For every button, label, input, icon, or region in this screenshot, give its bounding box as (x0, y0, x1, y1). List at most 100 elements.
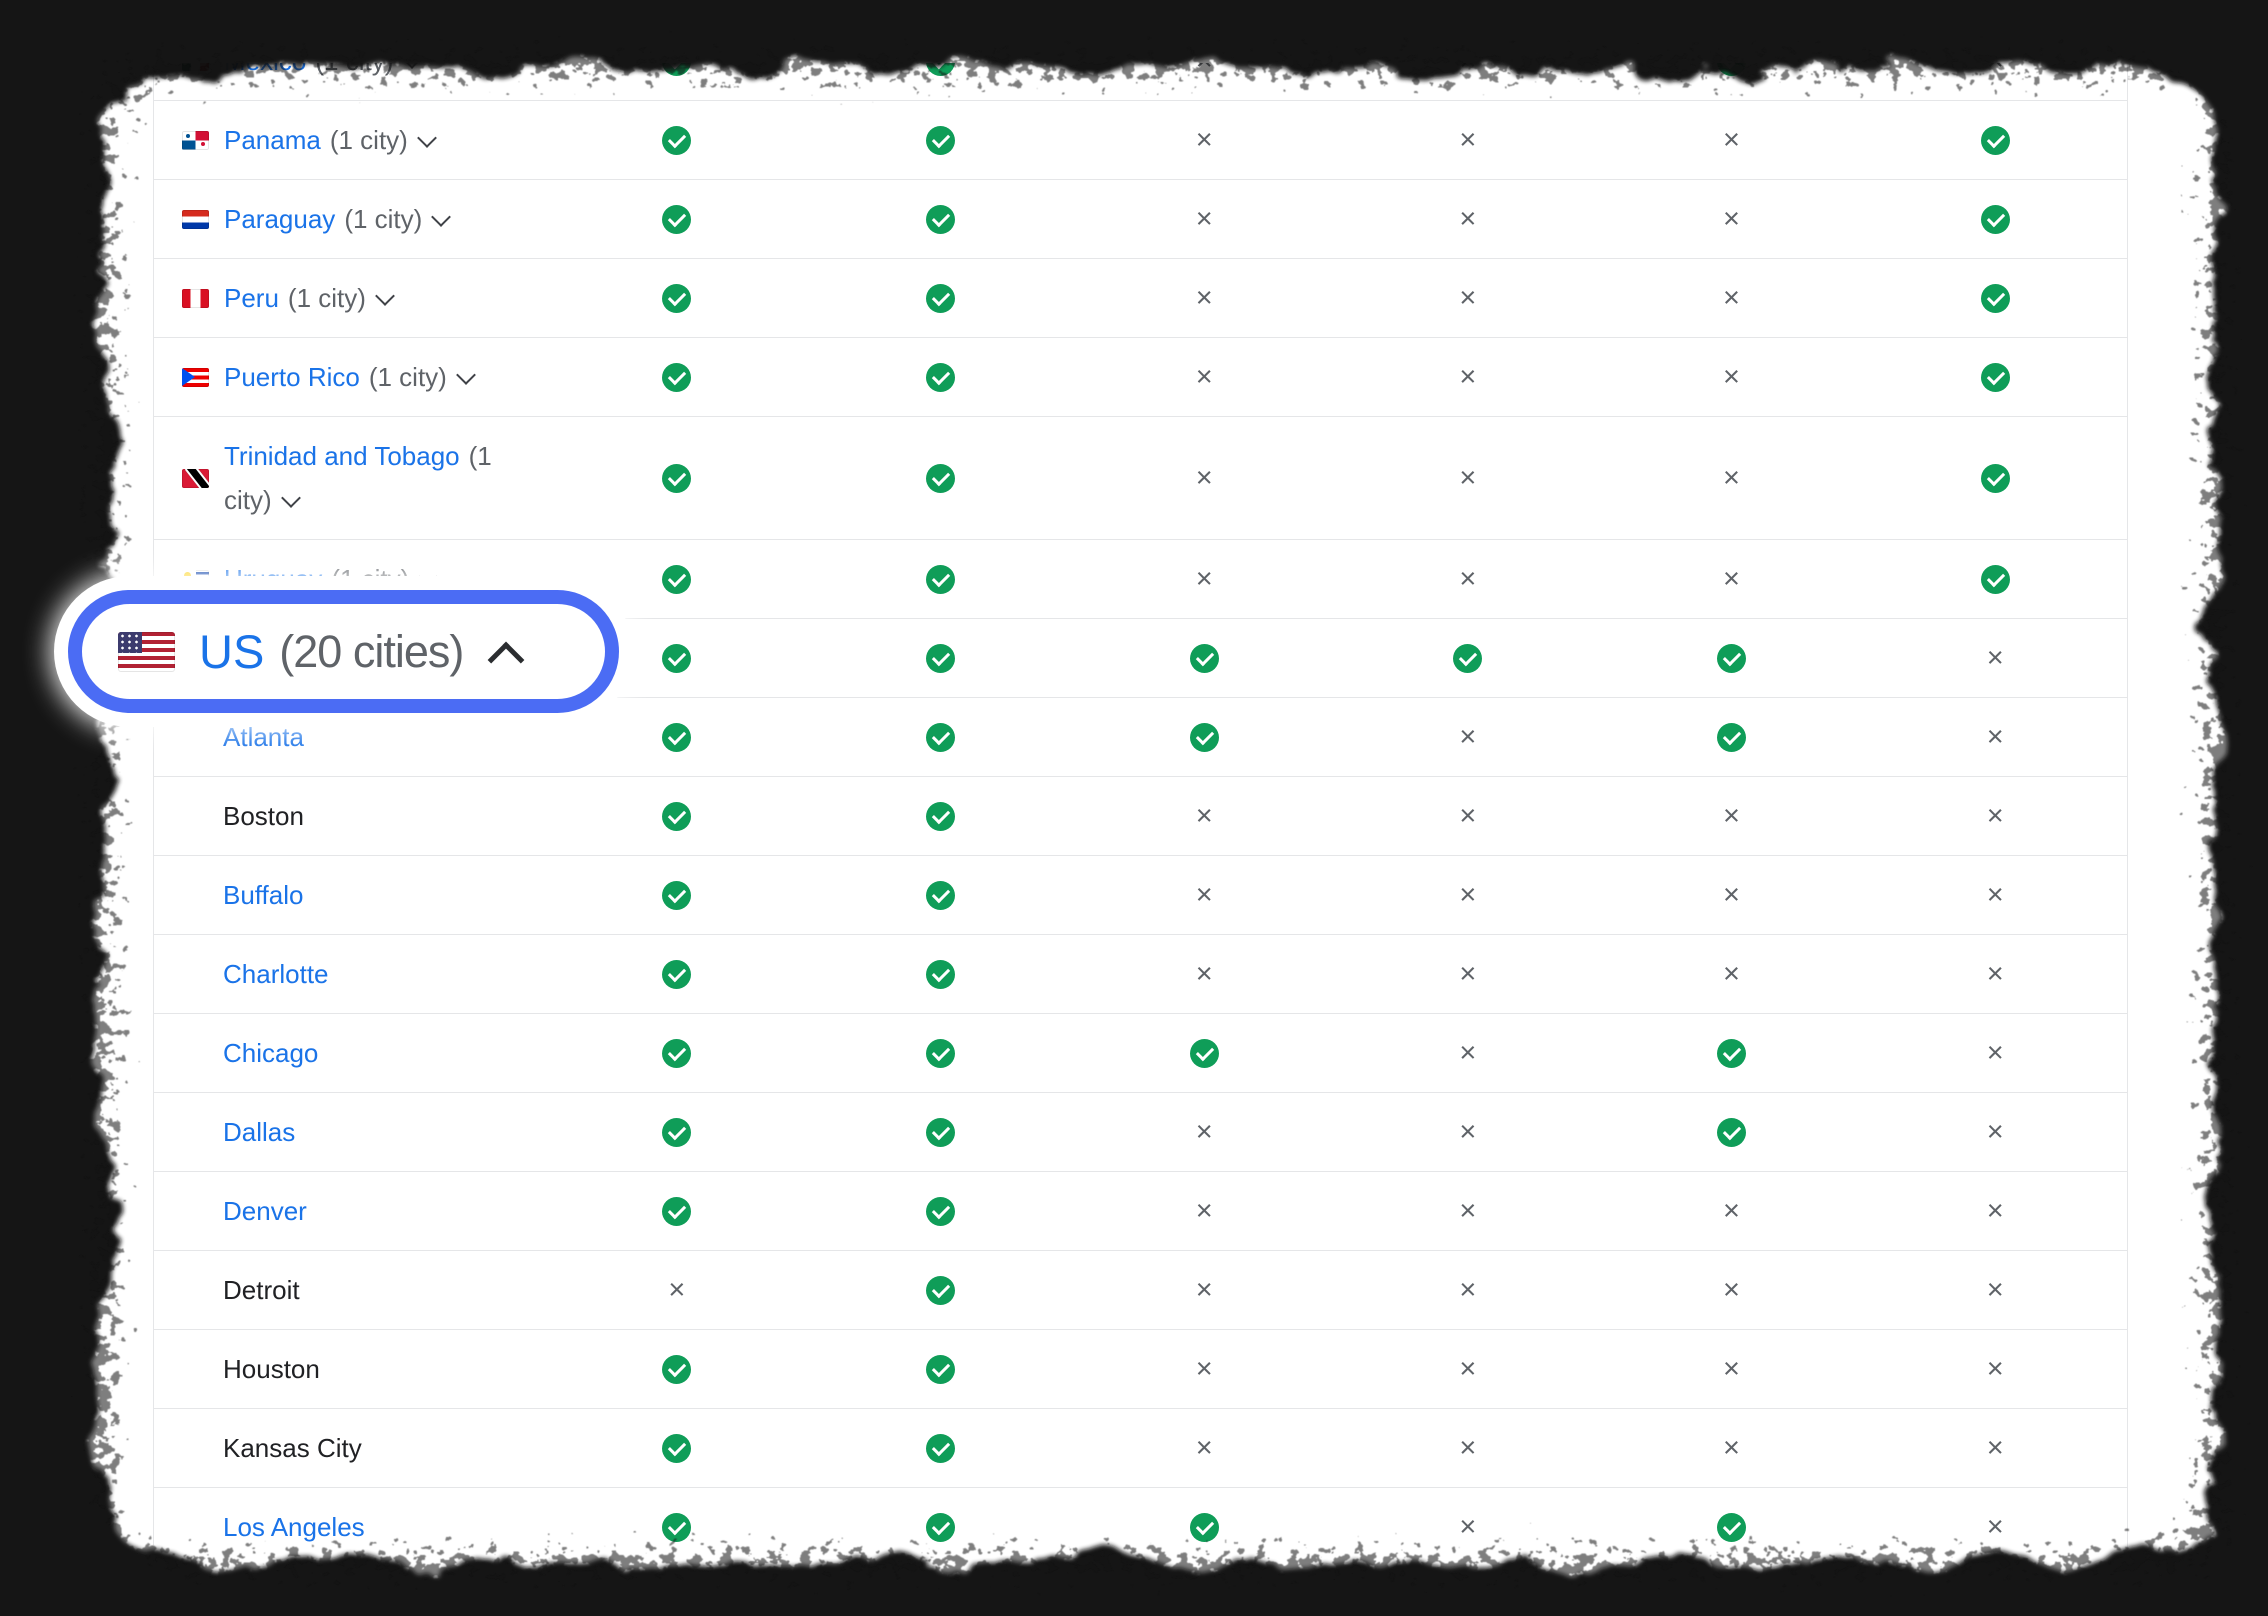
expand-chevron-icon[interactable] (417, 128, 437, 148)
link-denver[interactable]: Denver (223, 1196, 307, 1226)
check-icon (926, 1276, 955, 1305)
city-count: (1 city) (288, 283, 366, 313)
expand-chevron-icon[interactable] (281, 488, 301, 508)
check-icon (926, 565, 955, 594)
row-label: Puerto Rico(1 city) (224, 355, 473, 399)
link-mexico[interactable]: Mexico (224, 63, 306, 76)
mark-cell-col2 (809, 723, 1073, 752)
mark-cell-col2 (809, 1039, 1073, 1068)
label-cell: Paraguay(1 city) (154, 197, 545, 241)
link-los-angeles[interactable]: Los Angeles (223, 1512, 365, 1542)
link-charlotte[interactable]: Charlotte (223, 959, 329, 989)
mark-cell-col4: × (1336, 1039, 1600, 1068)
expand-chevron-icon[interactable] (418, 567, 438, 587)
check-icon (1190, 1039, 1219, 1068)
label-cell: Atlanta (154, 715, 545, 759)
check-icon (662, 960, 691, 989)
row-label: Houston (223, 1347, 320, 1391)
mark-cell-col2 (809, 1276, 1073, 1305)
mark-cell-col5: × (1600, 802, 1864, 831)
mark-cell-col2 (809, 881, 1073, 910)
check-icon (926, 1434, 955, 1463)
mark-cell-col6: × (1863, 881, 2127, 910)
mark-cell-col1 (545, 723, 809, 752)
mark-cell-col6: × (1863, 802, 2127, 831)
mark-cell-col3 (1072, 644, 1336, 673)
mark-cell-col2 (809, 363, 1073, 392)
label-cell: Panama(1 city) (154, 118, 545, 162)
check-icon (1190, 644, 1219, 673)
us-highlight-callout[interactable]: US (20 cities) (68, 590, 619, 713)
check-icon (1717, 1039, 1746, 1068)
mark-cell-col4: × (1336, 1197, 1600, 1226)
mark-cell-col6: × (1863, 1197, 2127, 1226)
link-puerto-rico[interactable]: Puerto Rico (224, 362, 360, 392)
mark-cell-col6 (1863, 464, 2127, 493)
mark-cell-col4: × (1336, 802, 1600, 831)
label-cell: Charlotte (154, 952, 545, 996)
mark-cell-col5 (1600, 723, 1864, 752)
link-trinidad-and-tobago[interactable]: Trinidad and Tobago (224, 441, 460, 471)
row-puerto-rico: Puerto Rico(1 city)××× (154, 338, 2127, 417)
expand-chevron-icon[interactable] (375, 286, 395, 306)
cross-icon: × (1723, 284, 1740, 313)
cross-icon: × (1459, 1039, 1476, 1068)
check-icon (662, 1434, 691, 1463)
mark-cell-col3: × (1072, 565, 1336, 594)
cross-icon: × (1459, 63, 1476, 76)
mark-cell-col4 (1336, 644, 1600, 673)
mark-cell-col3: × (1072, 960, 1336, 989)
mark-cell-col2 (809, 802, 1073, 831)
expand-chevron-icon[interactable] (402, 63, 422, 69)
mark-cell-col6: × (1863, 644, 2127, 673)
link-panama[interactable]: Panama (224, 125, 321, 155)
row-label: Chicago (223, 1031, 318, 1075)
link-buffalo[interactable]: Buffalo (223, 880, 303, 910)
peru-flag-icon (182, 289, 209, 308)
mark-cell-col2 (809, 464, 1073, 493)
expand-chevron-icon[interactable] (431, 207, 451, 227)
mark-cell-col5: × (1600, 464, 1864, 493)
mark-cell-col1 (545, 802, 809, 831)
link-peru[interactable]: Peru (224, 283, 279, 313)
check-icon (662, 126, 691, 155)
mark-cell-col6: × (1863, 1434, 2127, 1463)
check-icon (1717, 63, 1746, 76)
link-chicago[interactable]: Chicago (223, 1038, 318, 1068)
cross-icon: × (1459, 565, 1476, 594)
mark-cell-col6: × (1863, 63, 2127, 76)
label-cell: Puerto Rico(1 city) (154, 355, 545, 399)
mark-cell-col2 (809, 1355, 1073, 1384)
mexico-flag-icon (182, 63, 209, 71)
label-cell: Buffalo (154, 873, 545, 917)
mark-cell-col5: × (1600, 126, 1864, 155)
us-city-count: (20 cities) (279, 626, 463, 678)
mark-cell-col6: × (1863, 1276, 2127, 1305)
link-atlanta[interactable]: Atlanta (223, 722, 304, 752)
mark-cell-col2 (809, 63, 1073, 76)
check-icon (926, 802, 955, 831)
mark-cell-col6 (1863, 363, 2127, 392)
check-icon (926, 1039, 955, 1068)
row-chicago: Chicago×× (154, 1014, 2127, 1093)
check-icon (1717, 1513, 1746, 1542)
mark-cell-col1 (545, 1197, 809, 1226)
mark-cell-col1 (545, 63, 809, 76)
expand-chevron-icon[interactable] (456, 365, 476, 385)
check-icon (926, 960, 955, 989)
link-dallas[interactable]: Dallas (223, 1117, 295, 1147)
cross-icon: × (1723, 960, 1740, 989)
label-cell: Boston (154, 794, 545, 838)
link-paraguay[interactable]: Paraguay (224, 204, 335, 234)
us-country-link[interactable]: US (199, 624, 264, 679)
row-houston: Houston×××× (154, 1330, 2127, 1409)
check-icon (662, 363, 691, 392)
label-cell: Los Angeles (154, 1505, 545, 1549)
collapse-chevron-icon[interactable] (488, 641, 525, 678)
mark-cell-col1 (545, 363, 809, 392)
cross-icon: × (1196, 1118, 1213, 1147)
check-icon (662, 1197, 691, 1226)
cross-icon: × (1723, 1276, 1740, 1305)
row-buffalo: Buffalo×××× (154, 856, 2127, 935)
label-cell: Denver (154, 1189, 545, 1233)
